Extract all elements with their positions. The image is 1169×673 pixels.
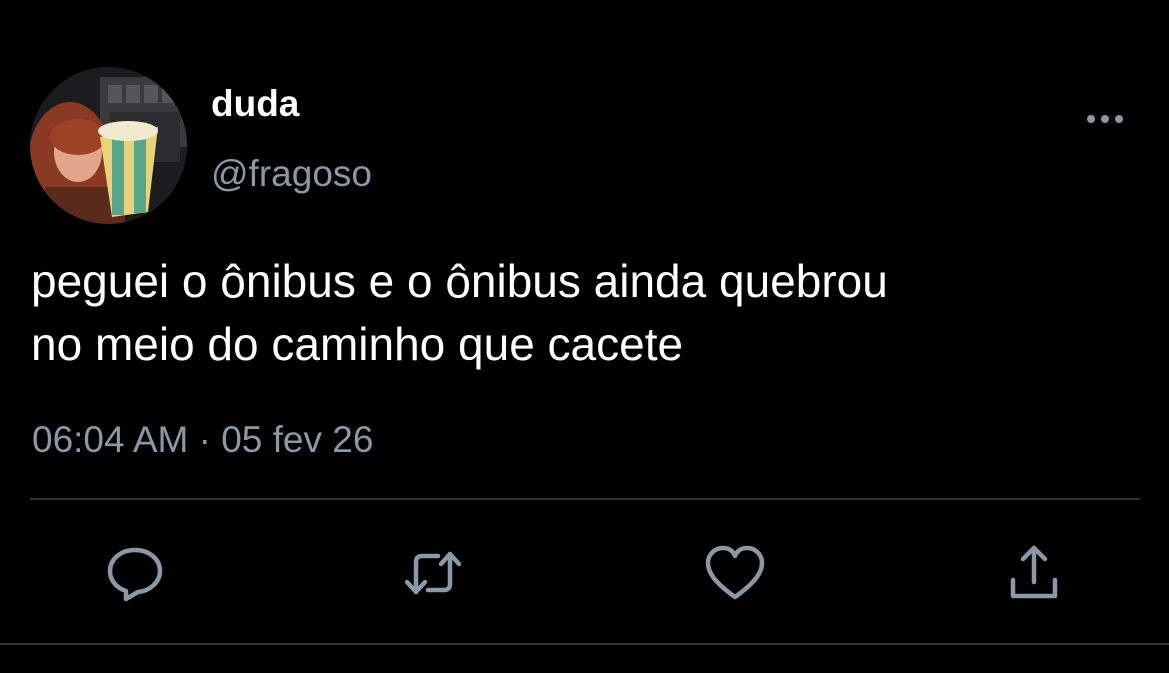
avatar-image — [30, 67, 187, 224]
display-name[interactable]: duda — [211, 82, 299, 126]
reply-icon — [107, 547, 163, 602]
user-handle[interactable]: @fragoso — [211, 152, 372, 196]
more-button[interactable] — [1082, 104, 1128, 134]
tweet: duda @fragoso peguei o ônibus e o ônibus… — [0, 0, 1169, 673]
heart-icon — [705, 545, 765, 600]
share-button[interactable] — [1003, 542, 1065, 604]
tweet-timestamp[interactable]: 06:04 AM · 05 fev 26 — [32, 417, 373, 463]
avatar[interactable] — [30, 67, 187, 224]
retweet-button[interactable] — [402, 542, 464, 604]
tweet-text: peguei o ônibus e o ônibus ainda quebrou… — [31, 255, 888, 370]
divider — [0, 643, 1169, 645]
retweet-icon — [404, 551, 462, 595]
more-horizontal-icon — [1087, 115, 1123, 123]
like-button[interactable] — [704, 542, 766, 604]
share-icon — [1010, 545, 1058, 599]
divider — [30, 498, 1140, 500]
reply-button[interactable] — [104, 542, 166, 604]
